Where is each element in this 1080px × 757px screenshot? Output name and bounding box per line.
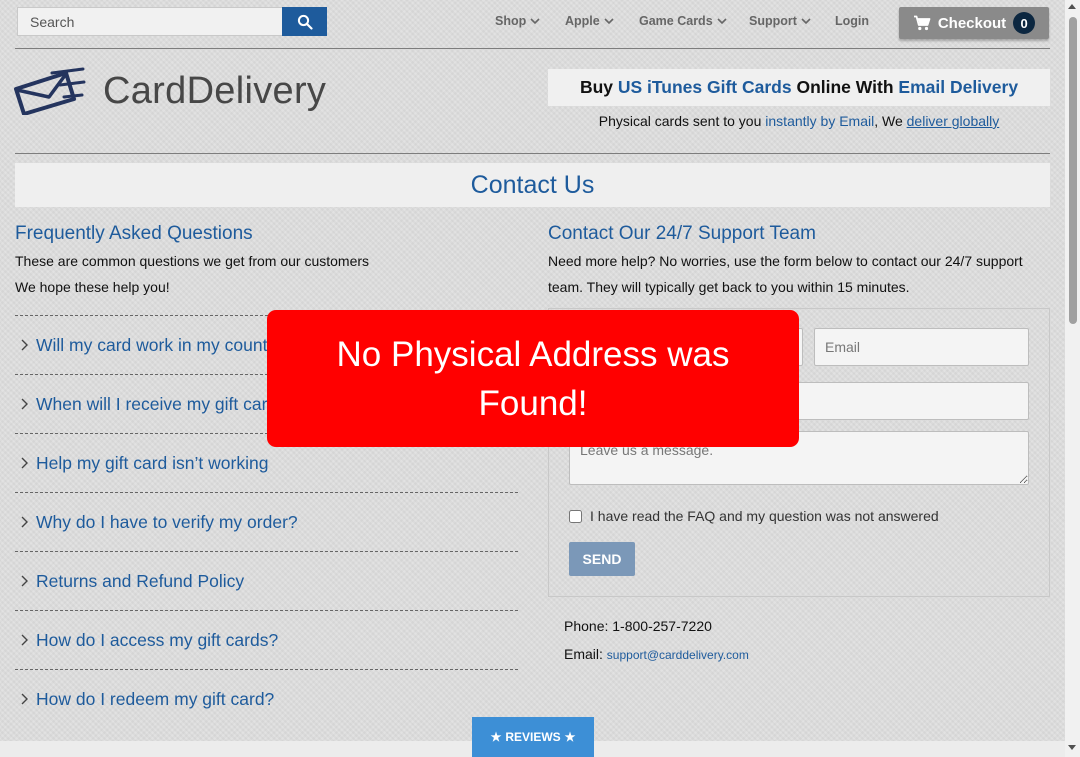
nav-shop-label: Shop bbox=[495, 14, 527, 28]
nav-support-label: Support bbox=[749, 14, 797, 28]
nav-shop[interactable]: Shop bbox=[495, 7, 540, 35]
tagline-delivery: Email Delivery bbox=[898, 77, 1019, 97]
search-bar bbox=[17, 7, 327, 36]
faq-item-label: Will my card work in my country? bbox=[36, 334, 292, 355]
deliver-globally-link[interactable]: deliver globally bbox=[907, 113, 1000, 129]
tagline-part: Online With bbox=[791, 77, 899, 97]
nav-login-label: Login bbox=[835, 14, 870, 28]
faq-intro-line: We hope these help you! bbox=[15, 279, 170, 295]
faq-confirm-label[interactable]: I have read the FAQ and my question was … bbox=[590, 508, 939, 524]
tagline: Buy US iTunes Gift Cards Online With Ema… bbox=[548, 69, 1050, 106]
chevron-right-icon bbox=[21, 457, 28, 469]
email-field[interactable] bbox=[814, 328, 1029, 366]
faq-intro: These are common questions we get from o… bbox=[15, 248, 515, 300]
page-title: Contact Us bbox=[15, 163, 1050, 207]
search-icon bbox=[297, 14, 313, 30]
faq-heading: Frequently Asked Questions bbox=[15, 223, 253, 244]
faq-intro-line: These are common questions we get from o… bbox=[15, 253, 370, 269]
faq-item-label: When will I receive my gift card? bbox=[36, 393, 287, 414]
nav-apple-label: Apple bbox=[565, 14, 600, 28]
chevron-right-icon bbox=[21, 516, 28, 528]
phone-value: 1-800-257-7220 bbox=[612, 618, 712, 634]
faq-item-label: Returns and Refund Policy bbox=[36, 570, 245, 591]
instant-email-link[interactable]: instantly by Email bbox=[765, 113, 874, 129]
faq-item-label: Help my gift card isn’t working bbox=[36, 452, 269, 473]
chevron-down-icon bbox=[801, 17, 811, 24]
phone-line: Phone: 1-800-257-7220 bbox=[564, 618, 712, 634]
sub-tagline-text: Physical cards sent to you bbox=[598, 113, 766, 129]
chevron-down-icon bbox=[530, 17, 540, 24]
cart-icon bbox=[913, 15, 931, 31]
faq-item-label: How do I redeem my gift card? bbox=[36, 688, 275, 709]
sub-tagline-text: , We bbox=[874, 113, 907, 129]
tagline-part: Buy bbox=[579, 77, 618, 97]
sub-tagline: Physical cards sent to you instantly by … bbox=[548, 113, 1050, 129]
nav-game-cards-label: Game Cards bbox=[639, 14, 713, 28]
faq-item[interactable]: How do I access my gift cards? bbox=[15, 610, 518, 669]
send-button[interactable]: SEND bbox=[569, 542, 635, 576]
chevron-right-icon bbox=[21, 693, 28, 705]
scrollbar-thumb[interactable] bbox=[1069, 17, 1077, 324]
faq-item-label: How do I access my gift cards? bbox=[36, 629, 279, 650]
support-heading: Contact Our 24/7 Support Team bbox=[548, 223, 816, 244]
no-address-alert[interactable]: No Physical Address was Found! bbox=[267, 310, 799, 447]
email-line: Email: support@carddelivery.com bbox=[564, 646, 749, 662]
email-label: Email: bbox=[564, 646, 603, 662]
logo-envelope-icon[interactable] bbox=[14, 67, 86, 115]
scroll-down-icon[interactable] bbox=[1068, 745, 1076, 750]
faq-item-label: Why do I have to verify my order? bbox=[36, 511, 298, 532]
nav-login[interactable]: Login bbox=[835, 7, 869, 35]
chevron-right-icon bbox=[21, 634, 28, 646]
faq-item[interactable]: Why do I have to verify my order? bbox=[15, 492, 518, 551]
chevron-right-icon bbox=[21, 339, 28, 351]
chevron-right-icon bbox=[21, 575, 28, 587]
star-icon: ★ bbox=[490, 730, 502, 744]
search-input[interactable] bbox=[17, 7, 282, 36]
nav-game-cards[interactable]: Game Cards bbox=[639, 7, 727, 35]
scroll-up-icon[interactable] bbox=[1068, 4, 1076, 9]
faq-item[interactable]: How do I redeem my gift card? bbox=[15, 669, 518, 728]
logo-text[interactable]: CardDelivery bbox=[103, 70, 326, 113]
faq-item[interactable]: Returns and Refund Policy bbox=[15, 551, 518, 610]
tagline-product: US iTunes Gift Cards bbox=[617, 77, 792, 97]
checkout-button[interactable]: Checkout 0 bbox=[899, 7, 1049, 39]
chevron-down-icon bbox=[604, 17, 614, 24]
star-icon: ★ bbox=[564, 730, 576, 744]
chevron-down-icon bbox=[717, 17, 727, 24]
faq-confirm-row: I have read the FAQ and my question was … bbox=[569, 508, 939, 524]
reviews-label: REVIEWS bbox=[505, 730, 561, 744]
support-email-link[interactable]: support@carddelivery.com bbox=[607, 648, 749, 662]
checkout-label: Checkout bbox=[937, 14, 1007, 32]
divider bbox=[15, 48, 1050, 49]
nav-support[interactable]: Support bbox=[749, 7, 811, 35]
search-button[interactable] bbox=[282, 7, 327, 36]
support-text: Need more help? No worries, use the form… bbox=[548, 253, 1023, 295]
page-scrollbar[interactable] bbox=[1065, 0, 1080, 757]
phone-label: Phone: bbox=[564, 618, 609, 634]
nav-apple[interactable]: Apple bbox=[565, 7, 614, 35]
chevron-right-icon bbox=[21, 398, 28, 410]
reviews-tab[interactable]: ★ REVIEWS ★ bbox=[472, 717, 594, 757]
divider bbox=[15, 153, 1050, 154]
cart-count-badge: 0 bbox=[1013, 12, 1036, 34]
faq-confirm-checkbox[interactable] bbox=[569, 509, 582, 523]
alert-message: No Physical Address was Found! bbox=[336, 334, 730, 423]
